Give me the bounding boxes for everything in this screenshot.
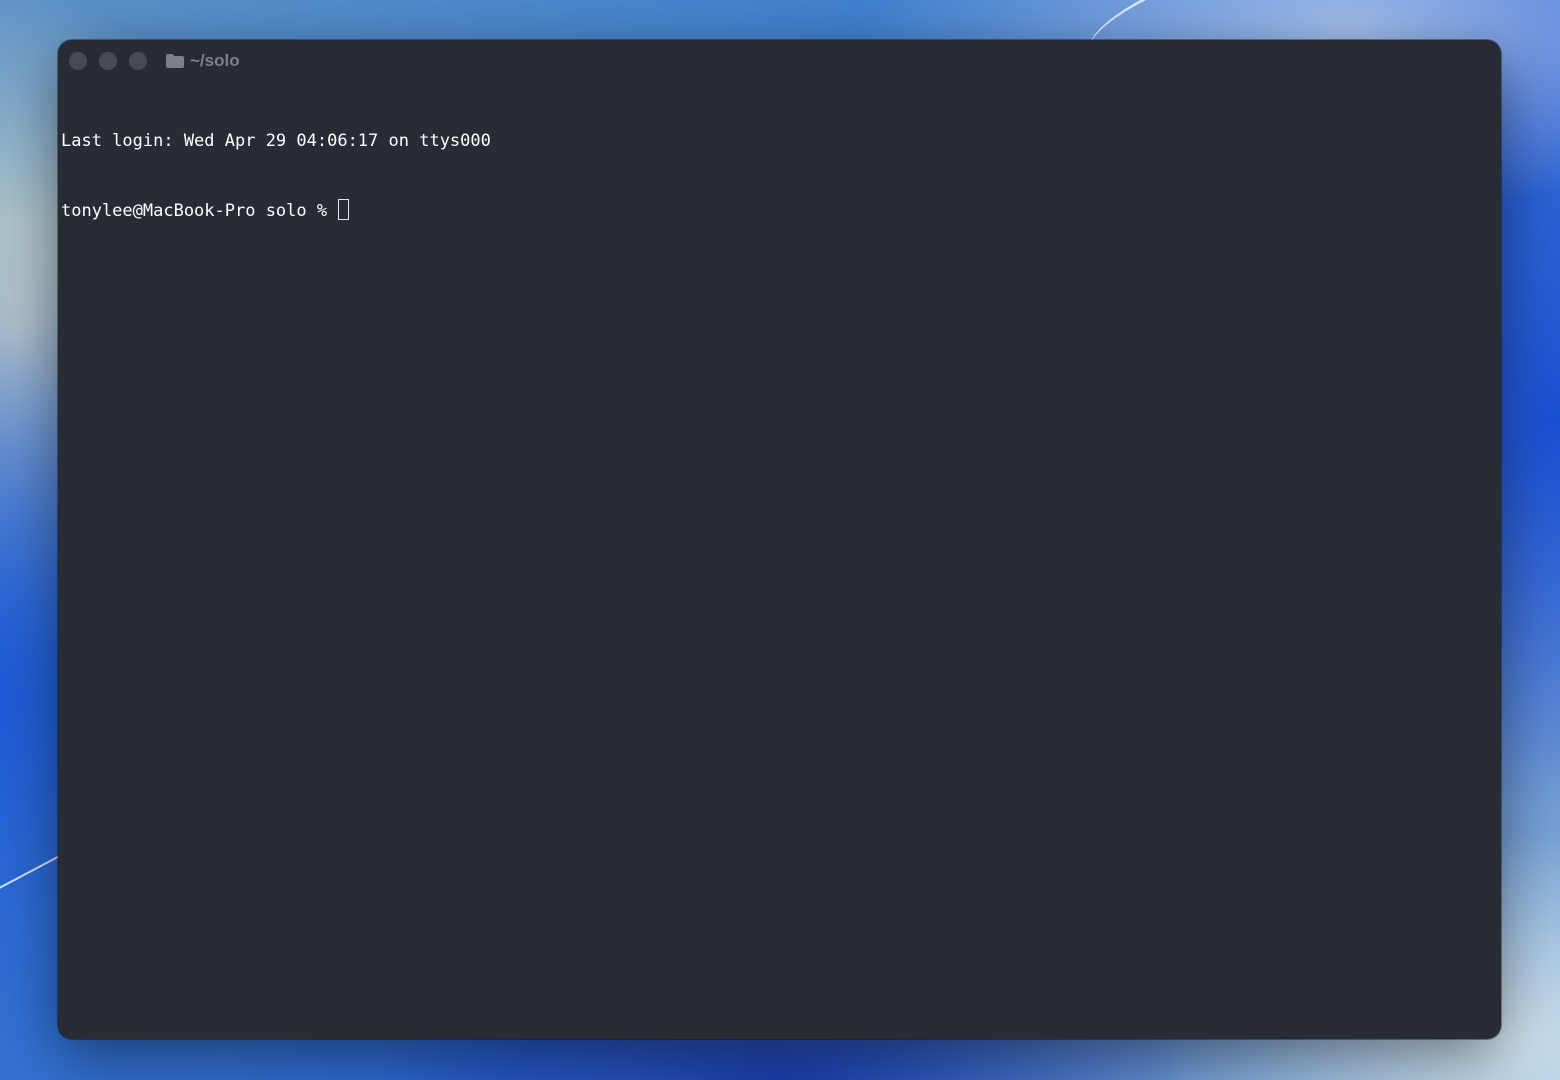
last-login-line: Last login: Wed Apr 29 04:06:17 on ttys0… (61, 131, 491, 151)
close-window-button[interactable] (69, 52, 87, 70)
prompt-line[interactable]: tonylee@MacBook-Pro solo % (61, 199, 1493, 222)
folder-icon (166, 54, 184, 68)
text-cursor (338, 199, 350, 220)
window-title: ~/solo (190, 51, 240, 70)
window-title-group: ~/solo (166, 50, 240, 72)
title-bar[interactable]: ~/solo (58, 40, 1501, 82)
zoom-window-button[interactable] (129, 52, 147, 70)
shell-prompt: tonylee@MacBook-Pro solo % (61, 201, 338, 221)
minimize-window-button[interactable] (99, 52, 117, 70)
terminal-output[interactable]: Last login: Wed Apr 29 04:06:17 on ttys0… (61, 84, 1493, 1031)
terminal-window[interactable]: ~/solo Last login: Wed Apr 29 04:06:17 o… (58, 40, 1501, 1039)
